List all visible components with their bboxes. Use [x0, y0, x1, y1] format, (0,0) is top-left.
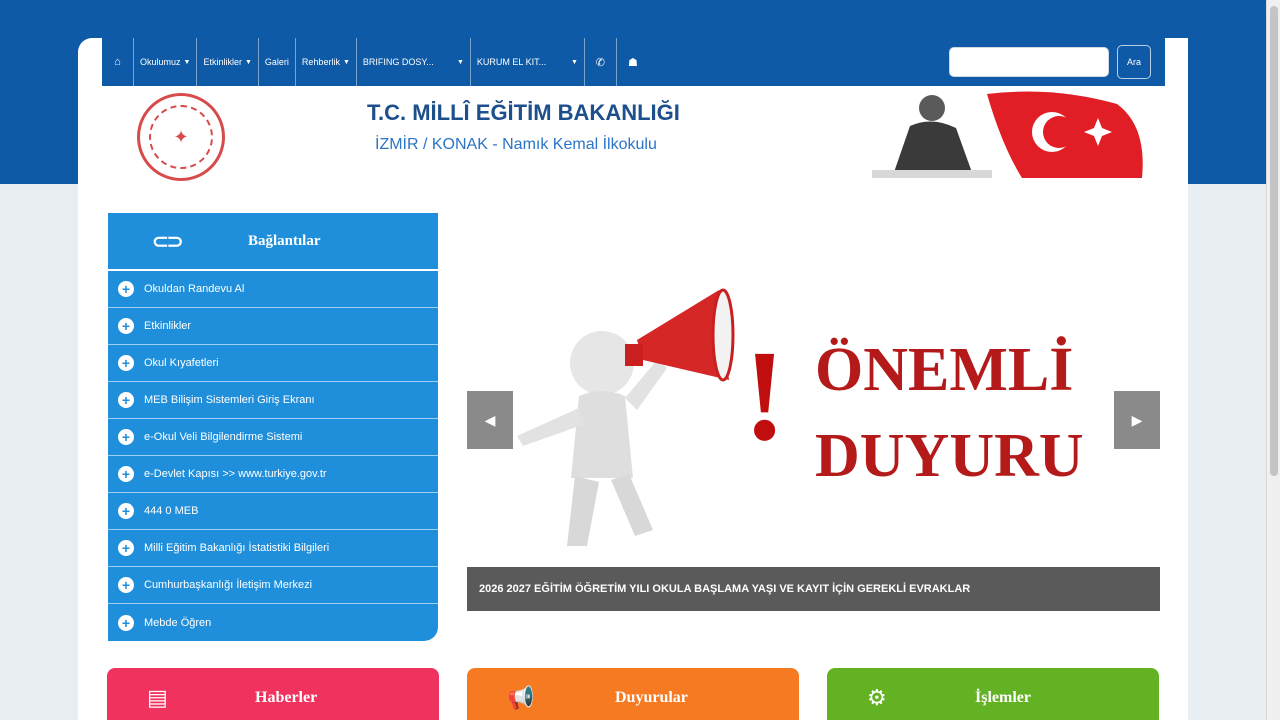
sidebar-item-meb-bilisim[interactable]: + MEB Bilişim Sistemleri Giriş Ekranı	[108, 382, 438, 419]
meb-logo[interactable]: ✦	[137, 93, 225, 181]
sidebar-item-e-devlet[interactable]: + e-Devlet Kapısı >> www.turkiye.gov.tr	[108, 456, 438, 493]
plus-circle-icon: +	[118, 355, 134, 371]
announcements-tile-label: Duyurular	[615, 689, 688, 706]
page-container: ⌂ Okulumuz ▼ Etkinlikler ▼ Galeri Rehberli…	[78, 38, 1188, 720]
newspaper-icon: ▤	[147, 685, 168, 710]
chevron-down-icon: ▼	[570, 58, 578, 66]
megaphone-figure-illustration	[517, 288, 735, 546]
nav-item-etkinlikler[interactable]: Etkinlikler ▼	[197, 38, 259, 86]
sidebar-header: ⊂⊃ Bağlantılar	[108, 213, 438, 271]
chevron-left-icon: ◀	[484, 411, 496, 428]
plus-circle-icon: +	[118, 503, 134, 519]
link-icon: ⊂⊃	[152, 230, 184, 253]
slider-prev-button[interactable]: ◀	[467, 391, 513, 449]
ataturk-flag-banner	[872, 91, 1143, 178]
nav-item-galeri[interactable]: Galeri	[259, 38, 296, 86]
slide-caption[interactable]: 2026 2027 EĞİTİM ÖĞRETİM YILI OKULA BAŞL…	[467, 567, 1160, 611]
announcements-tile[interactable]: 📢 Duyurular	[467, 668, 799, 720]
sidebar-item-mebde-ogren[interactable]: + Mebde Öğren	[108, 604, 438, 641]
links-sidebar: ⊂⊃ Bağlantılar + Okuldan Randevu Al + Etki…	[108, 213, 438, 641]
site-header: ✦ T.C. MİLLÎ EĞİTİM BAKANLIĞI İZMİR / KO…	[102, 86, 1165, 184]
meb-emblem-icon: ✦	[149, 105, 213, 169]
exclamation-mark: !	[743, 324, 787, 468]
sidebar-item-randevu[interactable]: + Okuldan Randevu Al	[108, 271, 438, 308]
phone-icon[interactable]: ✆	[585, 38, 617, 86]
main-navbar: ⌂ Okulumuz ▼ Etkinlikler ▼ Galeri Rehberli…	[102, 38, 1165, 86]
chevron-down-icon: ▼	[183, 58, 191, 66]
plus-circle-icon: +	[118, 540, 134, 556]
chevron-right-icon: ▶	[1131, 411, 1143, 428]
sidebar-item-istatistik[interactable]: + Milli Eğitim Bakanlığı İstatistiki Bilg…	[108, 530, 438, 567]
nav-item-okulumuz[interactable]: Okulumuz ▼	[134, 38, 198, 86]
plus-circle-icon: +	[118, 392, 134, 408]
operations-tile[interactable]: ⚙ İşlemler	[827, 668, 1159, 720]
sidebar-item-cimer[interactable]: + Cumhurbaşkanlığı İletişim Merkezi	[108, 567, 438, 604]
sidebar-item-kiyafetler[interactable]: + Okul Kıyafetleri	[108, 345, 438, 382]
chevron-down-icon: ▼	[342, 58, 350, 66]
home-icon[interactable]: ⌂	[102, 38, 134, 86]
search-button[interactable]: Ara	[1117, 45, 1151, 79]
slide-headline-1: ÖNEMLİ	[815, 336, 1074, 404]
nav-item-kurum[interactable]: KURUM EL KIT... ▼	[471, 38, 585, 86]
search-input[interactable]	[949, 47, 1109, 77]
plus-circle-icon: +	[118, 577, 134, 593]
school-name: İZMİR / KONAK - Namık Kemal İlkokulu	[375, 136, 657, 153]
news-tile[interactable]: ▤ Haberler	[107, 668, 439, 720]
announcement-slider[interactable]: ! ÖNEMLİ DUYURU ◀ ▶ 2026 2027 EĞİTİM ÖĞR…	[467, 213, 1160, 611]
news-tile-label: Haberler	[255, 689, 318, 706]
sidebar-item-444-meb[interactable]: +444 0 MEB	[108, 493, 438, 530]
plus-circle-icon: +	[118, 318, 134, 334]
sitemap-icon[interactable]: ☗	[617, 38, 649, 86]
plus-circle-icon: +	[118, 429, 134, 445]
chevron-down-icon: ▼	[244, 58, 252, 66]
megaphone-icon: 📢	[507, 685, 535, 710]
chevron-down-icon: ▼	[456, 58, 464, 66]
operations-tile-label: İşlemler	[975, 689, 1031, 706]
slide-headline-2: DUYURU	[815, 422, 1084, 490]
sidebar-item-etkinlikler[interactable]: + Etkinlikler	[108, 308, 438, 345]
gears-icon: ⚙	[867, 685, 887, 710]
page-scrollbar[interactable]	[1266, 0, 1280, 720]
nav-item-brifing[interactable]: BRIFING DOSY... ▼	[357, 38, 471, 86]
ministry-title: T.C. MİLLÎ EĞİTİM BAKANLIĞI	[367, 100, 680, 125]
sidebar-title: Bağlantılar	[248, 232, 321, 249]
slider-next-button[interactable]: ▶	[1114, 391, 1160, 449]
plus-circle-icon: +	[118, 466, 134, 482]
nav-item-rehberlik[interactable]: Rehberlik ▼	[296, 38, 357, 86]
scrollbar-thumb[interactable]	[1270, 6, 1278, 476]
plus-circle-icon: +	[118, 614, 134, 631]
plus-circle-icon: +	[118, 281, 134, 297]
sidebar-item-e-okul[interactable]: + e-Okul Veli Bilgilendirme Sistemi	[108, 419, 438, 456]
